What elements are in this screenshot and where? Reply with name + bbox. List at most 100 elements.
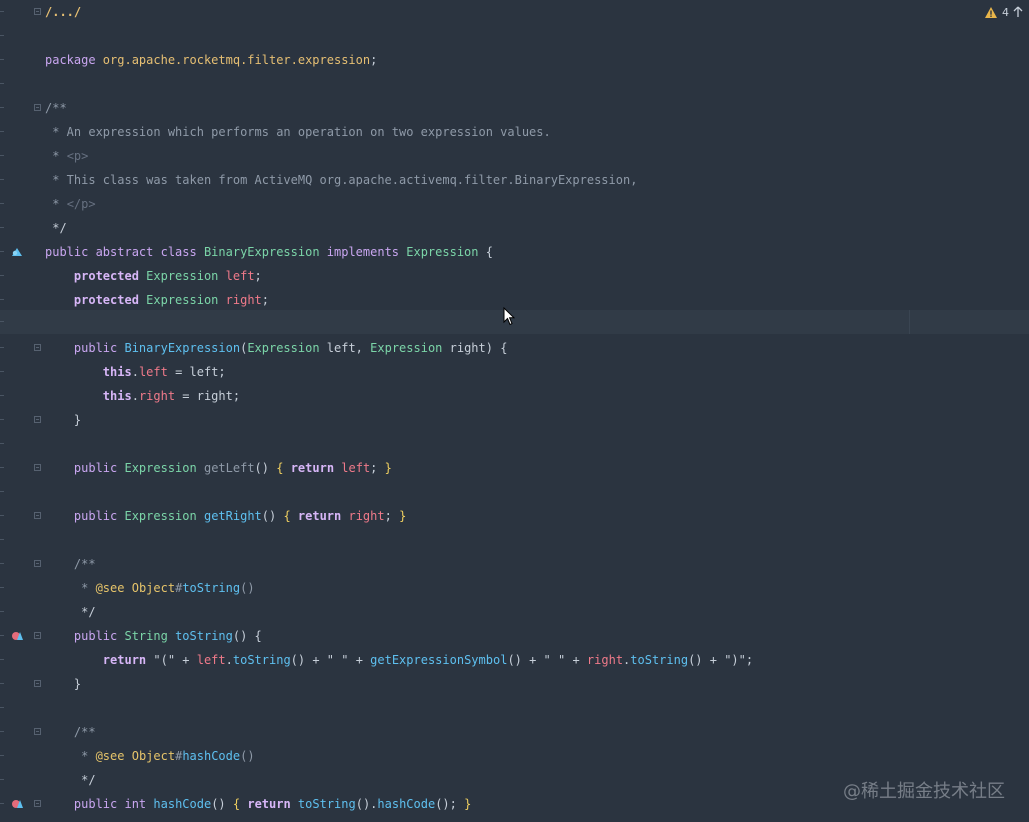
comment: */ [45, 773, 96, 787]
code-line[interactable]: return "(" + left.toString() + " " + get… [0, 648, 1029, 672]
keyword: public [45, 341, 125, 355]
override-marker-icon[interactable] [11, 631, 23, 641]
keyword: return [290, 509, 349, 523]
punctuation: ; [261, 293, 269, 307]
field-name: right [586, 653, 624, 667]
fold-toggle[interactable] [34, 8, 41, 15]
code-line[interactable]: public String toString() { [0, 624, 1029, 648]
code-line[interactable]: this.right = right; [0, 384, 1029, 408]
code-line[interactable]: /.../ [0, 0, 1029, 24]
string-concat: () + " " + [507, 653, 587, 667]
field-name: left [341, 461, 371, 475]
gutter-tick [0, 59, 4, 60]
code-line[interactable] [0, 72, 1029, 96]
comment: * [45, 149, 67, 163]
fold-toggle[interactable] [34, 512, 41, 519]
code-line[interactable] [0, 432, 1029, 456]
gutter-tick [0, 299, 4, 300]
fold-toggle[interactable] [34, 416, 41, 423]
code-line[interactable] [0, 480, 1029, 504]
folded-brace[interactable]: } [399, 509, 406, 523]
code-line[interactable]: * This class was taken from ActiveMQ org… [0, 168, 1029, 192]
gutter-tick [0, 707, 4, 708]
code-editor[interactable]: 4 /.../ package org.apache.rocketmq.filt… [0, 0, 1029, 822]
code-line[interactable] [0, 528, 1029, 552]
fold-toggle[interactable] [34, 344, 41, 351]
string-concat: () + ")"; [688, 653, 754, 667]
method-name: getRight [203, 509, 262, 523]
punctuation: ; [370, 53, 378, 67]
method-call: hashCode [377, 797, 436, 811]
method-name: hashCode [153, 797, 212, 811]
folded-brace[interactable]: { [283, 509, 290, 523]
code-line[interactable]: } [0, 408, 1029, 432]
keyword: protected [45, 293, 147, 307]
code-line[interactable]: package org.apache.rocketmq.filter.expre… [0, 48, 1029, 72]
method-call: toString [232, 653, 291, 667]
folded-brace[interactable]: } [385, 461, 392, 475]
gutter-tick [0, 803, 4, 804]
package-name: org.apache.rocketmq.filter.expression [102, 53, 371, 67]
fold-toggle[interactable] [34, 560, 41, 567]
gutter-tick [0, 731, 4, 732]
string-concat: "(" + [153, 653, 197, 667]
fold-toggle[interactable] [34, 680, 41, 687]
fold-toggle[interactable] [34, 800, 41, 807]
javadoc-tag: @see [95, 749, 125, 763]
javadoc-method-ref[interactable]: toString [182, 581, 240, 595]
fold-toggle[interactable] [34, 104, 41, 111]
code-line[interactable]: * @see Object#hashCode() [0, 744, 1029, 768]
code-line[interactable]: } [0, 672, 1029, 696]
javadoc-class-ref[interactable]: Object [132, 581, 175, 595]
code-line[interactable] [0, 24, 1029, 48]
code-line[interactable]: protected Expression left; [0, 264, 1029, 288]
implemented-marker-icon[interactable] [11, 247, 23, 257]
code-line[interactable] [0, 696, 1029, 720]
gutter-tick [0, 779, 4, 780]
code-line[interactable]: /** [0, 552, 1029, 576]
gutter-tick [0, 395, 4, 396]
comment: */ [45, 605, 96, 619]
gutter-tick [0, 419, 4, 420]
override-marker-icon[interactable] [11, 799, 23, 809]
code-line[interactable]: * </p> [0, 192, 1029, 216]
type-name: Expression [146, 269, 219, 283]
folded-brace[interactable]: } [464, 797, 471, 811]
class-name: BinaryExpression [203, 245, 320, 259]
code-line[interactable]: * An expression which performs an operat… [0, 120, 1029, 144]
fold-toggle[interactable] [34, 728, 41, 735]
comment: */ [45, 221, 67, 235]
code-line[interactable]: * <p> [0, 144, 1029, 168]
gutter-tick [0, 11, 4, 12]
gutter-tick [0, 491, 4, 492]
code-line[interactable]: this.left = left; [0, 360, 1029, 384]
comment: * [45, 581, 96, 595]
fold-toggle[interactable] [34, 464, 41, 471]
field-name: right [348, 509, 385, 523]
javadoc-class-ref[interactable]: Object [132, 749, 175, 763]
gutter-tick [0, 227, 4, 228]
code-line[interactable]: */ [0, 600, 1029, 624]
gutter-tick [0, 587, 4, 588]
code-line[interactable]: * @see Object#toString() [0, 576, 1029, 600]
code-line[interactable]: /** [0, 720, 1029, 744]
code-line[interactable]: public BinaryExpression(Expression left,… [0, 336, 1029, 360]
watermark: @稀土掘金技术社区 [843, 781, 1005, 802]
method-name: getLeft [203, 461, 255, 475]
fold-toggle[interactable] [34, 632, 41, 639]
code-line[interactable]: /** [0, 96, 1029, 120]
closing-brace: } [45, 677, 82, 691]
gutter-tick [0, 203, 4, 204]
code-line[interactable]: public Expression getRight() { return ri… [0, 504, 1029, 528]
gutter-tick [0, 179, 4, 180]
code-line[interactable]: */ [0, 216, 1029, 240]
code-line[interactable]: public Expression getLeft() { return lef… [0, 456, 1029, 480]
method-name: toString [175, 629, 233, 643]
folded-imports[interactable]: /.../ [45, 5, 81, 19]
keyword: return [283, 461, 342, 475]
javadoc-method-ref[interactable]: hashCode [182, 749, 240, 763]
gutter-tick [0, 107, 4, 108]
keyword: return [240, 797, 298, 811]
type-name: Expression [124, 509, 197, 523]
code-line[interactable]: public abstract class BinaryExpression i… [0, 240, 1029, 264]
